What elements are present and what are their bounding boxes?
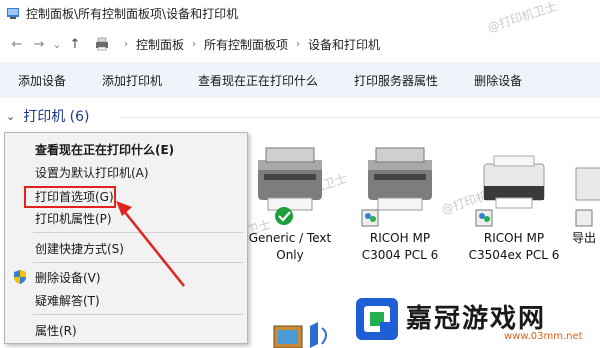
media-device-icons [273,322,327,348]
device-label: Only [276,248,304,262]
printers-group-header[interactable]: ⌄ 打印机 (6) [6,106,90,126]
logo-url: www.03mm.net [504,331,583,342]
chevron-right-icon: › [124,38,128,50]
menu-divider [33,314,243,315]
menu-item-troubleshoot[interactable]: 疑难解答(T) [5,289,247,311]
logo-mark-icon [356,298,398,340]
printer-icon [575,167,600,227]
breadcrumb: › 控制面板 › 所有控制面板项 › 设备和打印机 [94,36,380,53]
breadcrumb-item-control-panel[interactable]: 控制面板 [136,36,184,53]
control-panel-icon [7,8,19,19]
print-server-properties-button[interactable]: 打印服务器属性 [336,72,456,89]
device-label: 导出 [572,231,597,245]
device-ricoh-c3004[interactable]: RICOH MP C3004 PCL 6 [350,142,450,264]
device-generic-text-only[interactable]: Generic / Text Only [240,142,340,264]
device-label: Generic / Text [248,231,332,245]
site-logo: 嘉冠游戏网 www.03mm.net [354,294,596,346]
menu-item-set-default[interactable]: 设置为默认打印机(A) [5,161,247,183]
address-bar: ← → ⌄ ↑ › 控制面板 › 所有控制面板项 › 设备和打印机 [0,30,600,58]
printer-icon [258,147,322,225]
window-title: 控制面板\所有控制面板项\设备和打印机 [26,6,239,21]
breadcrumb-item-all-items[interactable]: 所有控制面板项 [204,36,288,53]
device-ricoh-c3504ex[interactable]: RICOH MP C3504ex PCL 6 [464,142,564,264]
device-label: C3004 PCL 6 [361,248,439,262]
chevron-right-icon: › [296,38,301,50]
group-divider [120,117,600,118]
menu-item-properties[interactable]: 属性(R) [5,319,247,341]
device-label: C3504ex PCL 6 [468,248,560,262]
printer-icon [475,155,545,227]
menu-item-see-printing[interactable]: 查看现在正在打印什么(E) [5,138,247,160]
command-bar: 添加设备 添加打印机 查看现在正在打印什么 打印服务器属性 删除设备 [0,62,600,98]
chevron-right-icon: › [192,38,197,50]
printer-icon [361,147,432,227]
back-button[interactable]: ← [6,37,28,52]
device-export[interactable]: 导出 [572,142,600,247]
recent-locations-dropdown[interactable]: ⌄ [50,38,64,51]
up-button[interactable]: ↑ [64,37,86,52]
add-device-button[interactable]: 添加设备 [0,72,84,89]
see-whats-printing-button[interactable]: 查看现在正在打印什么 [180,72,336,89]
breadcrumb-item-devices-printers[interactable]: 设备和打印机 [308,36,380,53]
add-printer-button[interactable]: 添加打印机 [84,72,180,89]
chevron-down-icon: ⌄ [6,109,16,123]
group-title: 打印机 (6) [23,109,90,125]
device-label: RICOH MP [483,231,545,245]
remove-device-button[interactable]: 删除设备 [456,72,540,89]
annotation-arrow-icon [116,201,185,287]
forward-button[interactable]: → [28,37,50,52]
devices-printers-icon [96,37,108,51]
device-label: RICOH MP [369,231,431,245]
logo-name: 嘉冠游戏网 [406,304,547,334]
highlight-box [24,186,116,208]
